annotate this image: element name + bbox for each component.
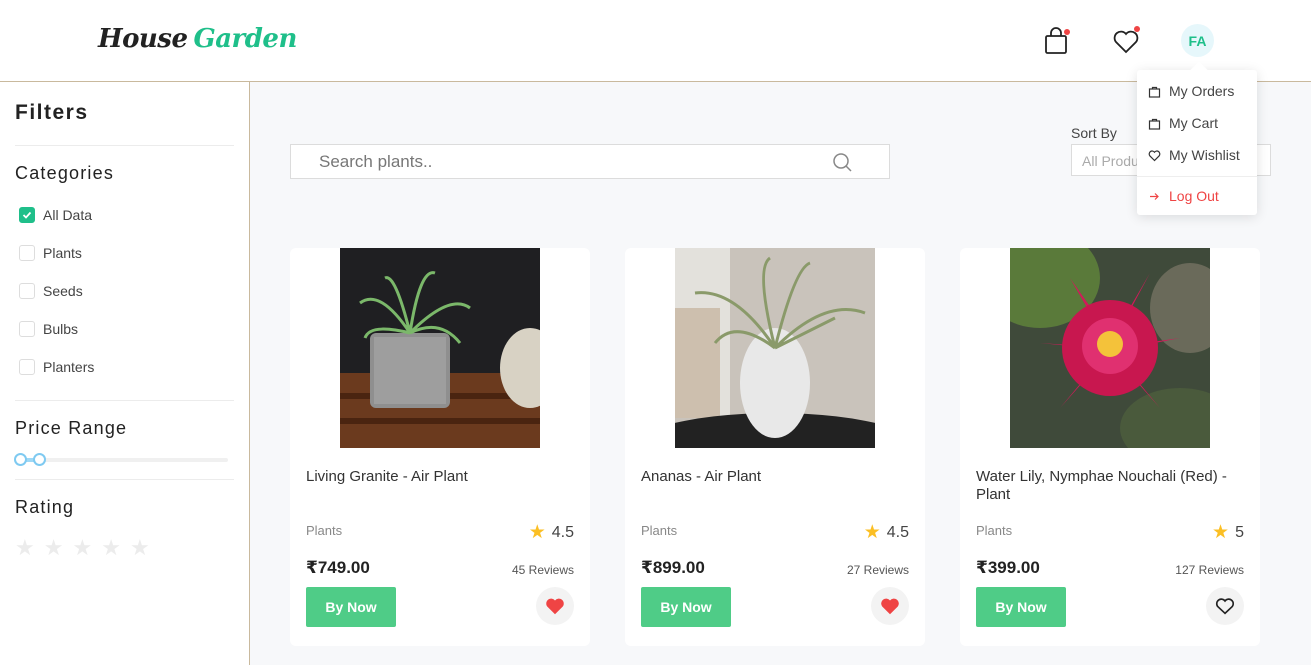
price-range-slider[interactable]	[14, 453, 228, 466]
category-label: Plants	[43, 245, 82, 261]
rating-value: 4.5	[886, 523, 909, 541]
category-bulbs[interactable]: Bulbs	[19, 321, 78, 337]
checkbox[interactable]	[19, 245, 35, 261]
checkbox[interactable]	[19, 359, 35, 375]
product-card: Water Lily, Nymphae Nouchali (Red) - Pla…	[960, 248, 1260, 646]
search-bar	[290, 144, 890, 179]
category-all-data[interactable]: All Data	[19, 207, 92, 223]
category-label: Seeds	[43, 283, 83, 299]
wishlist-notification-dot	[1134, 26, 1140, 32]
heart-filled-icon	[546, 598, 564, 615]
menu-item-my-orders[interactable]: My Orders	[1148, 83, 1234, 99]
rating-heading: Rating	[15, 497, 75, 517]
product-title[interactable]: Ananas - Air Plant	[641, 468, 911, 486]
buy-now-button[interactable]: By Now	[641, 587, 731, 627]
product-reviews: 127 Reviews	[1175, 563, 1244, 577]
star-icon: ★	[1212, 522, 1230, 543]
category-label: All Data	[43, 207, 93, 223]
product-image[interactable]	[340, 248, 540, 448]
product-image[interactable]	[1010, 248, 1210, 448]
rating-value: 5	[1235, 523, 1244, 541]
product-category: Plants	[976, 523, 1013, 538]
divider	[15, 145, 234, 146]
rating-filter: ★ ★ ★ ★ ★	[15, 535, 150, 561]
category-seeds[interactable]: Seeds	[19, 283, 83, 299]
buy-now-button[interactable]: By Now	[306, 587, 396, 627]
star-icon[interactable]: ★	[15, 535, 35, 561]
wishlist-toggle[interactable]	[536, 587, 574, 625]
category-label: Planters	[43, 359, 95, 375]
price-max-handle[interactable]	[33, 453, 46, 466]
wishlist-toggle[interactable]	[871, 587, 909, 625]
price-range-heading: Price Range	[15, 418, 128, 438]
checkbox[interactable]	[19, 283, 35, 299]
wishlist-toggle[interactable]	[1206, 587, 1244, 625]
filters-sidebar: Filters Categories All Data Plants Seeds…	[0, 82, 250, 665]
product-rating: ★ 4.5	[529, 521, 574, 544]
categories-heading: Categories	[15, 163, 115, 183]
search-icon[interactable]	[831, 151, 853, 173]
product-price: ₹399.00	[976, 558, 1040, 577]
bag-icon	[1148, 118, 1161, 130]
sort-by-label: Sort By	[1071, 125, 1117, 141]
water-lily-image	[1010, 248, 1210, 448]
menu-item-my-cart[interactable]: My Cart	[1148, 115, 1218, 131]
filters-title: Filters	[15, 101, 89, 124]
category-planters[interactable]: Planters	[19, 359, 94, 375]
category-label: Bulbs	[43, 321, 79, 337]
menu-item-my-wishlist[interactable]: My Wishlist	[1148, 147, 1240, 163]
cart-notification-dot	[1064, 29, 1070, 35]
cart-button[interactable]	[1041, 26, 1071, 56]
heart-outline-icon	[1215, 598, 1235, 615]
arrow-right-icon	[1150, 192, 1159, 200]
star-icon[interactable]: ★	[101, 535, 121, 561]
product-category: Plants	[641, 523, 678, 538]
menu-item-label: My Cart	[1169, 115, 1218, 131]
category-plants[interactable]: Plants	[19, 245, 82, 261]
logout-label: Log Out	[1169, 188, 1219, 204]
check-icon	[22, 211, 32, 219]
price-min-handle[interactable]	[14, 453, 27, 466]
product-rating: ★ 4.5	[864, 521, 909, 544]
buy-now-button[interactable]: By Now	[976, 587, 1066, 627]
divider	[15, 400, 234, 401]
star-icon: ★	[863, 522, 881, 543]
heart-filled-icon	[881, 598, 899, 615]
product-card: Ananas - Air Plant Plants ★ 4.5 ₹899.00 2…	[625, 248, 925, 646]
logo-house: House	[98, 24, 188, 54]
user-dropdown-menu: My Orders My Cart My Wishlist Log Out	[1137, 70, 1257, 215]
divider	[15, 479, 234, 480]
search-input[interactable]	[291, 151, 831, 172]
product-card: Living Granite - Air Plant Plants ★ 4.5 ₹…	[290, 248, 590, 646]
ananas-air-plant-image	[675, 248, 875, 448]
checkbox[interactable]	[19, 321, 35, 337]
menu-item-log-out[interactable]: Log Out	[1148, 188, 1219, 204]
menu-divider	[1137, 176, 1257, 177]
bag-icon	[1148, 86, 1161, 98]
rating-value: 4.5	[551, 523, 574, 541]
star-icon[interactable]: ★	[44, 535, 64, 561]
logo[interactable]: House Garden	[98, 24, 297, 54]
menu-item-label: My Wishlist	[1169, 147, 1240, 163]
product-category: Plants	[306, 523, 343, 538]
air-plant-granite-image	[340, 248, 540, 448]
heart-icon	[1148, 149, 1161, 161]
product-price: ₹899.00	[641, 558, 705, 577]
product-reviews: 27 Reviews	[846, 563, 909, 577]
star-icon[interactable]: ★	[130, 535, 150, 561]
product-price: ₹749.00	[306, 558, 370, 577]
star-icon: ★	[528, 522, 546, 543]
top-header: House Garden FA	[0, 0, 1311, 82]
checkbox-checked[interactable]	[19, 207, 35, 223]
product-reviews: 45 Reviews	[511, 563, 574, 577]
star-icon[interactable]: ★	[72, 535, 92, 561]
wishlist-button[interactable]	[1111, 26, 1141, 56]
product-image[interactable]	[675, 248, 875, 448]
logo-garden: Garden	[193, 24, 298, 54]
product-title[interactable]: Living Granite - Air Plant	[306, 468, 576, 486]
product-rating: ★ 5	[1212, 521, 1244, 544]
product-title[interactable]: Water Lily, Nymphae Nouchali (Red) - Pla…	[976, 468, 1246, 504]
menu-item-label: My Orders	[1169, 83, 1235, 99]
user-avatar[interactable]: FA	[1181, 24, 1214, 57]
